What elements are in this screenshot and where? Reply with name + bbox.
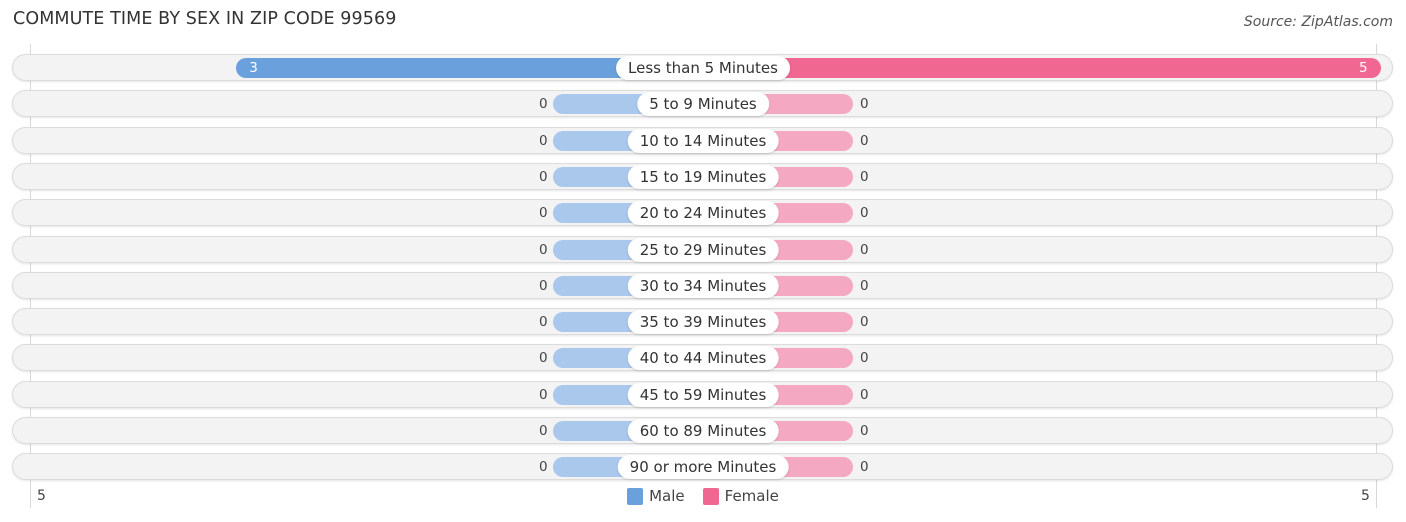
female-value-label: 0 — [860, 423, 869, 439]
category-label: 90 or more Minutes — [617, 455, 789, 479]
legend-item-male: Male — [627, 487, 685, 505]
male-value-label: 0 — [539, 169, 548, 185]
female-value-label: 0 — [860, 350, 869, 366]
female-value-label: 0 — [860, 169, 869, 185]
female-value-label: 5 — [1359, 60, 1368, 76]
category-label: 30 to 34 Minutes — [627, 274, 779, 298]
female-value-label: 0 — [860, 314, 869, 330]
male-value-label: 0 — [539, 133, 548, 149]
male-value-label: 0 — [539, 423, 548, 439]
female-value-label: 0 — [860, 387, 869, 403]
female-swatch — [702, 487, 719, 505]
category-label: 40 to 44 Minutes — [627, 346, 779, 370]
male-value-label: 0 — [539, 278, 548, 294]
category-label: 60 to 89 Minutes — [627, 419, 779, 443]
chart-title: COMMUTE TIME BY SEX IN ZIP CODE 99569 — [13, 9, 397, 29]
category-label: 20 to 24 Minutes — [627, 201, 779, 225]
legend-label-female: Female — [724, 487, 779, 505]
male-value-label: 0 — [539, 387, 548, 403]
category-label: 25 to 29 Minutes — [627, 238, 779, 262]
category-label: 45 to 59 Minutes — [627, 383, 779, 407]
category-label: 5 to 9 Minutes — [637, 92, 769, 116]
female-bar — [703, 58, 1381, 78]
female-value-label: 0 — [860, 242, 869, 258]
legend-item-female: Female — [702, 487, 779, 505]
female-value-label: 0 — [860, 205, 869, 221]
category-label: 15 to 19 Minutes — [627, 165, 779, 189]
male-value-label: 0 — [539, 350, 548, 366]
category-label: 35 to 39 Minutes — [627, 310, 779, 334]
category-label: 10 to 14 Minutes — [627, 129, 779, 153]
male-value-label: 0 — [539, 96, 548, 112]
female-value-label: 0 — [860, 459, 869, 475]
male-value-label: 0 — [539, 459, 548, 475]
male-value-label: 0 — [539, 242, 548, 258]
category-label: Less than 5 Minutes — [616, 56, 790, 80]
male-value-label: 3 — [249, 60, 258, 76]
female-value-label: 0 — [860, 96, 869, 112]
legend: Male Female — [0, 487, 1406, 505]
male-value-label: 0 — [539, 314, 548, 330]
female-value-label: 0 — [860, 278, 869, 294]
male-value-label: 0 — [539, 205, 548, 221]
source-label: Source: ZipAtlas.com — [1243, 14, 1393, 30]
legend-label-male: Male — [649, 487, 685, 505]
female-value-label: 0 — [860, 133, 869, 149]
male-swatch — [627, 487, 644, 505]
